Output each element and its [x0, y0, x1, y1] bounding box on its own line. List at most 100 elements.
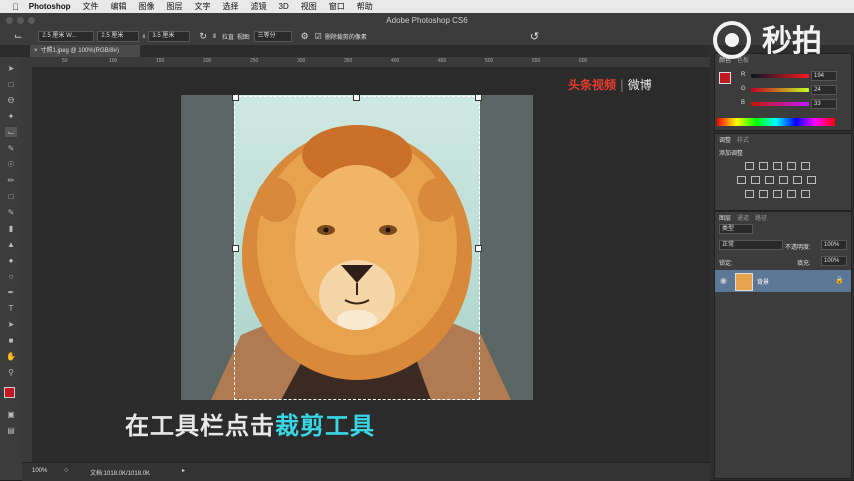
menu-file[interactable]: 文件 — [83, 1, 99, 12]
dodge-tool-icon[interactable]: ○ — [5, 271, 17, 281]
menu-select[interactable]: 选择 — [223, 1, 239, 12]
threshold-icon[interactable] — [773, 190, 782, 198]
selective-color-icon[interactable] — [801, 190, 810, 198]
clear-icon[interactable]: Ⅱ — [213, 33, 216, 40]
eraser-tool-icon[interactable]: ▮ — [5, 223, 17, 233]
levels-icon[interactable] — [759, 162, 768, 170]
zoom-level[interactable]: 100% — [32, 468, 47, 474]
apple-icon[interactable]:  — [12, 2, 19, 12]
shape-tool-icon[interactable]: ■ — [5, 335, 17, 345]
rotate-icon[interactable]: ↻ — [199, 31, 207, 42]
quick-mask-icon[interactable]: ▣ — [5, 409, 17, 419]
healing-brush-tool-icon[interactable]: ☉ — [5, 159, 17, 169]
color-lookup-icon[interactable] — [807, 176, 816, 184]
app-menu[interactable]: Photoshop — [29, 2, 71, 11]
tab-layers[interactable]: 图层 — [719, 213, 731, 222]
g-value[interactable]: 24 — [811, 85, 837, 95]
status-arrow-icon[interactable]: ▸ — [182, 467, 185, 474]
brand-label: 头条视频 — [568, 78, 617, 92]
crop-width-field[interactable]: 2.5 厘米 — [97, 31, 140, 42]
fill-field[interactable]: 100% — [821, 256, 847, 266]
fg-color-swatch[interactable] — [719, 72, 731, 84]
menu-3d[interactable]: 3D — [279, 2, 289, 11]
channel-mixer-icon[interactable] — [793, 176, 802, 184]
marquee-tool-icon[interactable]: □ — [5, 79, 17, 89]
zoom-tool-icon[interactable]: ⚲ — [5, 367, 17, 377]
crop-preset-select[interactable]: 2.5 厘米 W... — [38, 31, 95, 42]
black-white-icon[interactable] — [765, 176, 774, 184]
photo-filter-icon[interactable] — [779, 176, 788, 184]
menu-help[interactable]: 帮助 — [357, 1, 373, 12]
tab-adjustments[interactable]: 调整 — [719, 135, 731, 144]
b-slider[interactable] — [751, 102, 809, 106]
menu-window[interactable]: 窗口 — [329, 1, 345, 12]
quick-select-tool-icon[interactable]: ✦ — [5, 111, 17, 121]
layer-kind-filter[interactable]: 类型 — [719, 224, 753, 234]
crop-handle[interactable] — [232, 94, 239, 101]
gradient-tool-icon[interactable]: ▲ — [5, 239, 17, 249]
menu-view[interactable]: 视图 — [301, 1, 317, 12]
status-info-icon[interactable]: ○ — [64, 467, 68, 474]
straighten-label[interactable]: 拉直 — [222, 32, 234, 41]
crop-height-field[interactable]: 3.5 厘米 — [148, 31, 191, 42]
move-tool-icon[interactable]: ➤ — [5, 63, 17, 73]
eyedropper-tool-icon[interactable]: ✎ — [5, 143, 17, 153]
color-balance-icon[interactable] — [751, 176, 760, 184]
delete-cropped-checkbox[interactable]: ☑ — [315, 32, 322, 41]
layer-row-background[interactable]: ◉ 背景 🔒 — [715, 270, 851, 292]
menu-edit[interactable]: 编辑 — [111, 1, 127, 12]
pen-tool-icon[interactable]: ✒ — [5, 287, 17, 297]
lock-label: 锁定: — [719, 261, 733, 267]
eye-icon[interactable]: ◉ — [720, 276, 727, 285]
close-tab-icon[interactable]: × — [34, 48, 38, 54]
ruler-tick: 550 — [532, 58, 541, 64]
hue-saturation-icon[interactable] — [737, 176, 746, 184]
invert-icon[interactable] — [745, 190, 754, 198]
crop-handle[interactable] — [475, 94, 482, 101]
brightness-icon[interactable] — [745, 162, 754, 170]
menu-type[interactable]: 文字 — [195, 1, 211, 12]
lasso-tool-icon[interactable]: ϴ — [5, 95, 17, 105]
crop-handle[interactable] — [353, 94, 360, 101]
screen-mode-icon[interactable]: ▤ — [5, 425, 17, 435]
reset-icon[interactable]: ↺ — [530, 30, 539, 43]
path-select-tool-icon[interactable]: ➤ — [5, 319, 17, 329]
crop-tool-icon[interactable]: ⌙ — [5, 127, 17, 137]
curves-icon[interactable] — [773, 162, 782, 170]
posterize-icon[interactable] — [759, 190, 768, 198]
tab-paths[interactable]: 路径 — [755, 213, 767, 222]
menu-image[interactable]: 图像 — [139, 1, 155, 12]
history-brush-tool-icon[interactable]: ✎ — [5, 207, 17, 217]
g-slider[interactable] — [751, 88, 809, 92]
brush-tool-icon[interactable]: ✏ — [5, 175, 17, 185]
clone-stamp-tool-icon[interactable]: □ — [5, 191, 17, 201]
menu-filter[interactable]: 滤镜 — [251, 1, 267, 12]
exposure-icon[interactable] — [787, 162, 796, 170]
vibrance-icon[interactable] — [801, 162, 810, 170]
b-value[interactable]: 33 — [811, 99, 837, 109]
document-tab[interactable]: × 寸照1.jpeg @ 100%(RGB/8#) — [30, 45, 140, 57]
blend-mode-select[interactable]: 正常 — [719, 240, 783, 250]
layer-thumbnail — [735, 273, 753, 291]
layer-name[interactable]: 背景 — [757, 277, 769, 286]
delete-cropped-label: 删除裁剪的像素 — [324, 35, 367, 41]
gear-icon[interactable]: ⚙ — [301, 31, 309, 42]
blur-tool-icon[interactable]: ● — [5, 255, 17, 265]
crop-bounding-box[interactable] — [232, 94, 482, 400]
r-value[interactable]: 194 — [811, 71, 837, 81]
r-slider[interactable] — [751, 74, 809, 78]
tab-channels[interactable]: 通道 — [737, 213, 749, 222]
crop-handle[interactable] — [232, 245, 239, 252]
tab-styles[interactable]: 样式 — [737, 135, 749, 144]
menu-layer[interactable]: 图层 — [167, 1, 183, 12]
opacity-field[interactable]: 100% — [821, 240, 847, 250]
crop-tool-icon[interactable]: ⌙ — [14, 31, 22, 42]
view-select[interactable]: 三等分 — [253, 31, 292, 42]
color-spectrum[interactable] — [717, 118, 835, 126]
hand-tool-icon[interactable]: ✋ — [5, 351, 17, 361]
gradient-map-icon[interactable] — [787, 190, 796, 198]
type-tool-icon[interactable]: T — [5, 303, 17, 313]
crop-handle[interactable] — [475, 245, 482, 252]
foreground-color-swatch[interactable] — [4, 387, 15, 398]
status-bar: 100% ○ 文档:1018.0K/1018.0K ▸ — [22, 462, 710, 481]
